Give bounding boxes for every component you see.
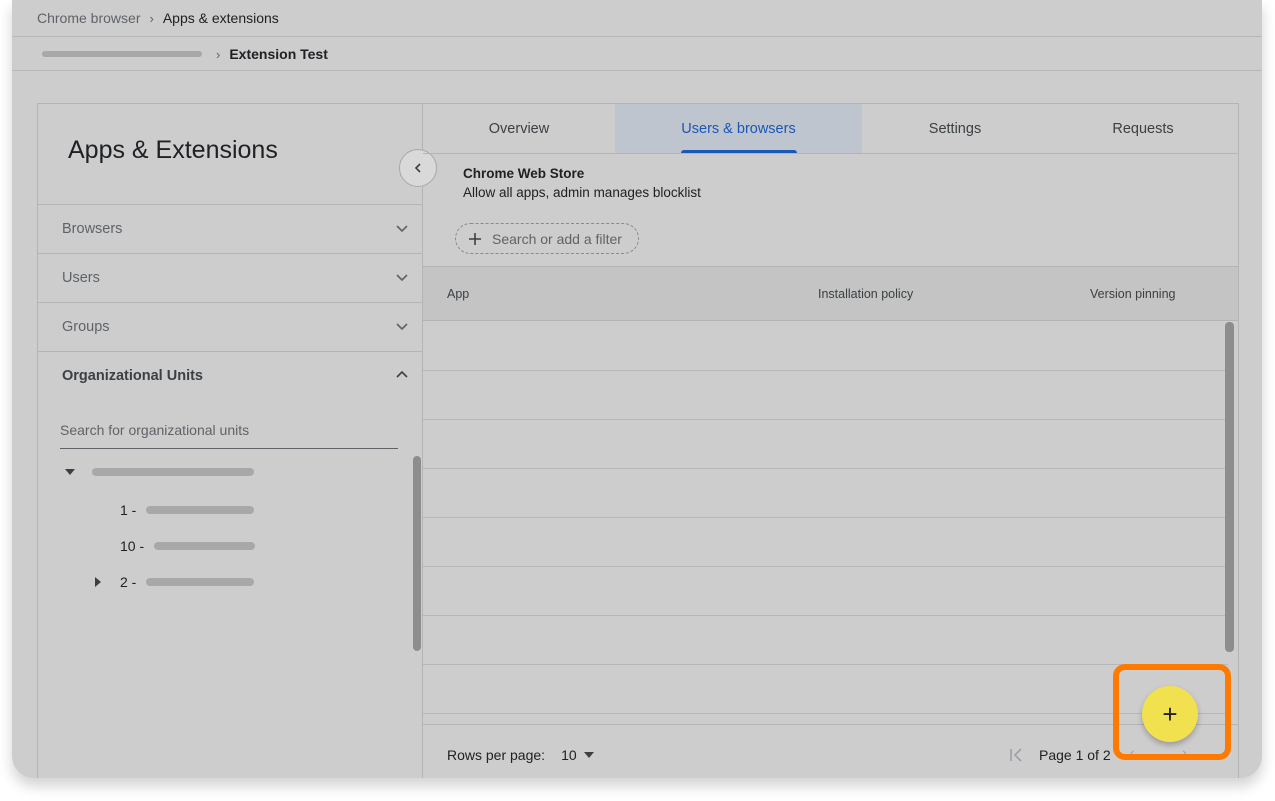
tab-bar: Overview Users & browsers Settings Reque…	[423, 104, 1238, 154]
tab-settings[interactable]: Settings	[862, 104, 1048, 153]
table-row[interactable]	[423, 371, 1228, 420]
redacted-ou-name	[154, 542, 256, 550]
rows-per-page-value: 10	[561, 747, 577, 763]
sidebar-scrollbar[interactable]	[413, 456, 421, 651]
plus-icon	[469, 232, 481, 245]
column-header-app[interactable]: App	[447, 287, 469, 301]
breadcrumb-current: Apps & extensions	[162, 10, 279, 26]
sidebar-item-label: Organizational Units	[62, 367, 203, 384]
table-row[interactable]	[423, 420, 1228, 469]
table-header: App Installation policy Version pinning	[423, 266, 1238, 321]
chevron-down-icon	[396, 274, 408, 282]
breadcrumb-root[interactable]: Chrome browser	[37, 10, 140, 26]
sidebar-item-label: Groups	[62, 318, 110, 335]
table-row[interactable]	[423, 322, 1228, 371]
redacted-breadcrumb[interactable]	[42, 51, 202, 57]
redacted-ou-name	[146, 578, 255, 586]
store-subtitle: Allow all apps, admin manages blocklist	[463, 185, 701, 200]
chevron-down-icon	[396, 323, 408, 331]
tab-label: Overview	[488, 120, 550, 137]
rows-per-page: Rows per page: 10	[447, 747, 595, 763]
chevron-up-icon	[396, 370, 408, 378]
caret-down-icon[interactable]	[64, 466, 76, 478]
sidebar-item-browsers[interactable]: Browsers	[38, 204, 422, 252]
chevron-down-icon	[396, 225, 408, 233]
tree-item-root[interactable]	[64, 466, 254, 478]
page-label: Page 1 of 2	[1039, 747, 1111, 763]
sidebar-title: Apps & Extensions	[68, 136, 278, 164]
tree-item-2[interactable]: 2 -	[93, 574, 255, 590]
tree-item-10[interactable]: 10 -	[120, 538, 256, 554]
app-window: Chrome browser › Apps & extensions › Ext…	[12, 0, 1262, 778]
table-row[interactable]	[423, 616, 1228, 665]
tree-item-prefix: 1 -	[120, 502, 137, 518]
sidebar-item-label: Users	[62, 269, 100, 286]
table-scrollbar[interactable]	[1225, 322, 1234, 652]
first-page-icon[interactable]	[1009, 748, 1025, 762]
main-panel: Apps & Extensions Browsers Users Groups …	[37, 103, 1239, 778]
sub-breadcrumb-current: Extension Test	[229, 46, 328, 62]
tree-item-1[interactable]: 1 -	[120, 502, 255, 518]
tab-label: Users & browsers	[681, 120, 796, 137]
sidebar-item-label: Browsers	[62, 220, 123, 237]
table-row[interactable]	[423, 665, 1228, 714]
plus-icon: +	[1162, 698, 1178, 729]
table-row[interactable]	[423, 518, 1228, 567]
store-title: Chrome Web Store	[463, 166, 585, 181]
caret-right-icon[interactable]	[93, 576, 103, 588]
filter-label: Search or add a filter	[492, 230, 622, 247]
tab-label: Requests	[1112, 120, 1174, 137]
breadcrumb: Chrome browser › Apps & extensions	[12, 0, 1262, 37]
column-header-installation-policy[interactable]: Installation policy	[818, 287, 913, 301]
tree-item-prefix: 10 -	[120, 538, 145, 554]
rows-per-page-label: Rows per page:	[447, 747, 546, 763]
breadcrumb-separator: ›	[149, 10, 154, 26]
tab-requests[interactable]: Requests	[1048, 104, 1238, 153]
table-row[interactable]	[423, 567, 1228, 616]
tree-item-prefix: 2 -	[120, 574, 137, 590]
sidebar: Apps & Extensions Browsers Users Groups …	[38, 104, 423, 778]
tab-overview[interactable]: Overview	[423, 104, 615, 153]
tab-users-browsers[interactable]: Users & browsers	[615, 104, 862, 153]
search-filter-chip[interactable]: Search or add a filter	[455, 223, 639, 254]
active-tab-indicator	[681, 150, 797, 153]
table-row[interactable]	[423, 469, 1228, 518]
sidebar-item-groups[interactable]: Groups	[38, 302, 422, 350]
ou-search-input[interactable]: Search for organizational units	[60, 422, 398, 449]
add-app-fab-button[interactable]: +	[1142, 686, 1198, 742]
sidebar-item-users[interactable]: Users	[38, 253, 422, 301]
column-header-version-pinning[interactable]: Version pinning	[1090, 287, 1175, 301]
sub-breadcrumb: › Extension Test	[12, 38, 1262, 71]
pagination: Page 1 of 2	[1009, 747, 1111, 763]
caret-down-icon	[583, 752, 594, 758]
sub-breadcrumb-separator: ›	[216, 46, 221, 62]
redacted-ou-name	[146, 506, 255, 514]
rows-per-page-select[interactable]: 10	[561, 747, 595, 763]
sidebar-item-organizational-units[interactable]: Organizational Units	[38, 351, 422, 399]
tab-label: Settings	[928, 120, 982, 137]
redacted-ou-name	[92, 468, 254, 476]
